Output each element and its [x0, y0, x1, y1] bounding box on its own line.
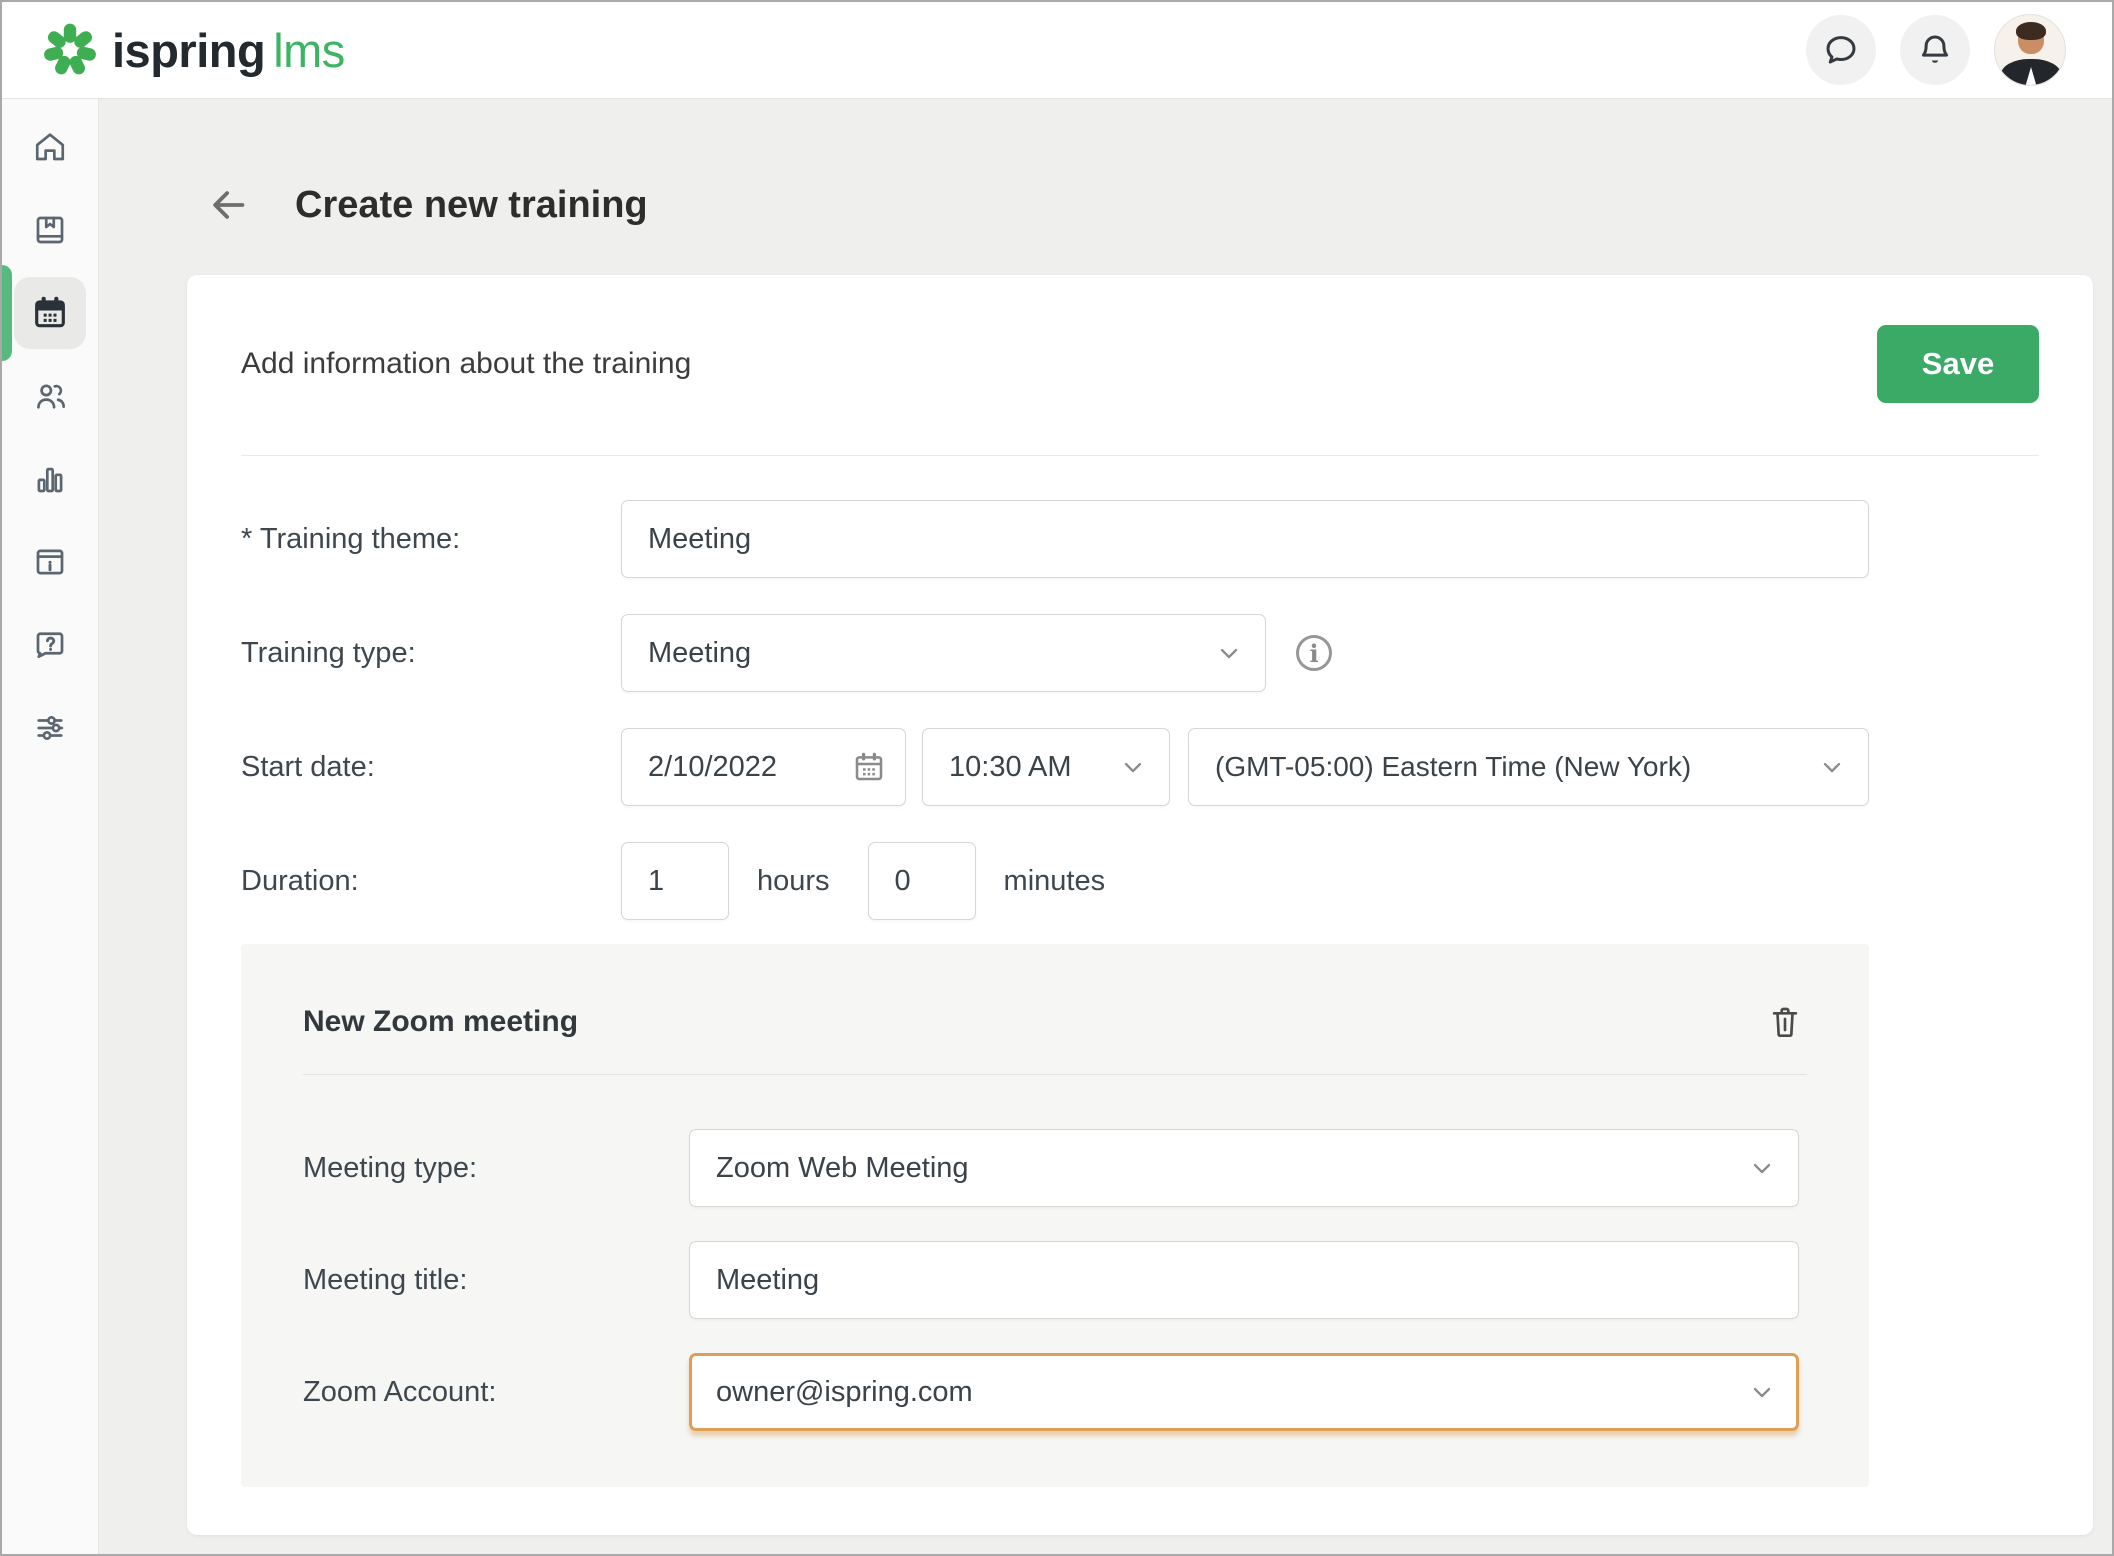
bell-icon: [1916, 31, 1954, 69]
duration-label: Duration:: [241, 865, 621, 898]
app-window: ispringlms: [0, 0, 2114, 1556]
sidebar-item-settings[interactable]: [14, 692, 86, 764]
home-icon: [32, 129, 68, 165]
main-content: Create new training Add information abou…: [99, 99, 2112, 1554]
card-top-row: Add information about the training Save: [241, 275, 2039, 403]
logo-text: ispringlms: [112, 23, 345, 78]
save-button[interactable]: Save: [1877, 325, 2039, 403]
start-date-row: Start date:: [241, 728, 1869, 806]
divider: [303, 1074, 1807, 1075]
people-icon: [32, 378, 68, 414]
timezone-value: (GMT-05:00) Eastern Time (New York): [1215, 751, 1691, 783]
sidebar-item-reports[interactable]: [14, 443, 86, 515]
training-type-value: Meeting: [648, 637, 751, 670]
zoom-account-label: Zoom Account:: [303, 1376, 689, 1409]
zoom-account-value: owner@ispring.com: [716, 1376, 973, 1409]
calendar-icon: [31, 294, 69, 332]
meeting-type-value: Zoom Web Meeting: [716, 1152, 969, 1185]
chat-button[interactable]: [1806, 15, 1876, 85]
zoom-account-row: Zoom Account: owner@ispring.com: [303, 1353, 1807, 1431]
date-input[interactable]: [648, 751, 818, 784]
timezone-select[interactable]: (GMT-05:00) Eastern Time (New York): [1188, 728, 1869, 806]
training-theme-label: * Training theme:: [241, 523, 621, 556]
training-theme-row: * Training theme:: [241, 500, 1869, 578]
sidebar-item-calendar[interactable]: [14, 277, 86, 349]
start-date-label: Start date:: [241, 751, 621, 784]
duration-minutes-input[interactable]: [868, 842, 976, 920]
settings-sliders-icon: [32, 710, 68, 746]
logo-product: lms: [273, 24, 345, 77]
meeting-title-row: Meeting title:: [303, 1241, 1807, 1319]
meeting-type-select[interactable]: Zoom Web Meeting: [689, 1129, 1799, 1207]
header-actions: [1806, 14, 2066, 86]
duration-row: Duration: hours minutes: [241, 842, 1869, 920]
time-value: 10:30 AM: [949, 751, 1072, 784]
meeting-type-label: Meeting type:: [303, 1152, 689, 1185]
sidebar-item-home[interactable]: [14, 111, 86, 183]
chevron-down-icon: [1818, 753, 1846, 781]
back-button[interactable]: [205, 181, 253, 229]
info-window-icon: [32, 544, 68, 580]
training-type-row: Training type: Meeting i: [241, 614, 1869, 692]
zoom-section-title: New Zoom meeting: [303, 1005, 578, 1039]
back-arrow-icon: [206, 182, 252, 228]
sidebar-item-people[interactable]: [14, 360, 86, 432]
trash-icon: [1765, 1002, 1805, 1042]
chat-icon: [1822, 31, 1860, 69]
training-theme-input[interactable]: [621, 500, 1869, 578]
calendar-small-icon: [851, 749, 887, 785]
training-type-select[interactable]: Meeting: [621, 614, 1266, 692]
book-icon: [32, 212, 68, 248]
form-section-title: Add information about the training: [241, 347, 691, 381]
chevron-down-icon: [1748, 1154, 1776, 1182]
sidebar: [2, 99, 99, 1554]
training-form: * Training theme: Training type: Meeting…: [241, 500, 1869, 1487]
help-bubble-icon: [32, 627, 68, 663]
sidebar-active-indicator: [2, 265, 12, 361]
time-select[interactable]: 10:30 AM: [922, 728, 1170, 806]
training-form-card: Add information about the training Save …: [187, 275, 2093, 1535]
info-circle-icon[interactable]: i: [1296, 635, 1332, 671]
sidebar-item-info[interactable]: [14, 526, 86, 598]
user-avatar[interactable]: [1994, 14, 2066, 86]
chevron-down-icon: [1119, 753, 1147, 781]
training-type-label: Training type:: [241, 637, 621, 670]
app-logo: ispringlms: [42, 22, 345, 78]
logo-brand: ispring: [112, 24, 265, 77]
zoom-account-select[interactable]: owner@ispring.com: [689, 1353, 1799, 1431]
divider: [241, 455, 2039, 456]
page-title: Create new training: [295, 184, 648, 227]
duration-hours-input[interactable]: [621, 842, 729, 920]
page-header: Create new training: [187, 175, 2090, 235]
zoom-meeting-section: New Zoom meeting: [241, 944, 1869, 1487]
meeting-type-row: Meeting type: Zoom Web Meeting: [303, 1129, 1807, 1207]
sidebar-item-help[interactable]: [14, 609, 86, 681]
bar-chart-icon: [32, 461, 68, 497]
meeting-title-label: Meeting title:: [303, 1264, 689, 1297]
avatar-hair: [2016, 22, 2046, 40]
flower-logo-icon: [42, 22, 98, 78]
sidebar-item-courses[interactable]: [14, 194, 86, 266]
chevron-down-icon: [1748, 1378, 1776, 1406]
meeting-title-input[interactable]: [689, 1241, 1799, 1319]
top-header: ispringlms: [2, 2, 2112, 99]
minutes-unit-label: minutes: [1004, 865, 1106, 898]
chevron-down-icon: [1215, 639, 1243, 667]
delete-meeting-button[interactable]: [1763, 1000, 1807, 1044]
date-picker[interactable]: [621, 728, 906, 806]
notifications-button[interactable]: [1900, 15, 1970, 85]
zoom-section-header: New Zoom meeting: [303, 1000, 1807, 1044]
hours-unit-label: hours: [757, 865, 830, 898]
